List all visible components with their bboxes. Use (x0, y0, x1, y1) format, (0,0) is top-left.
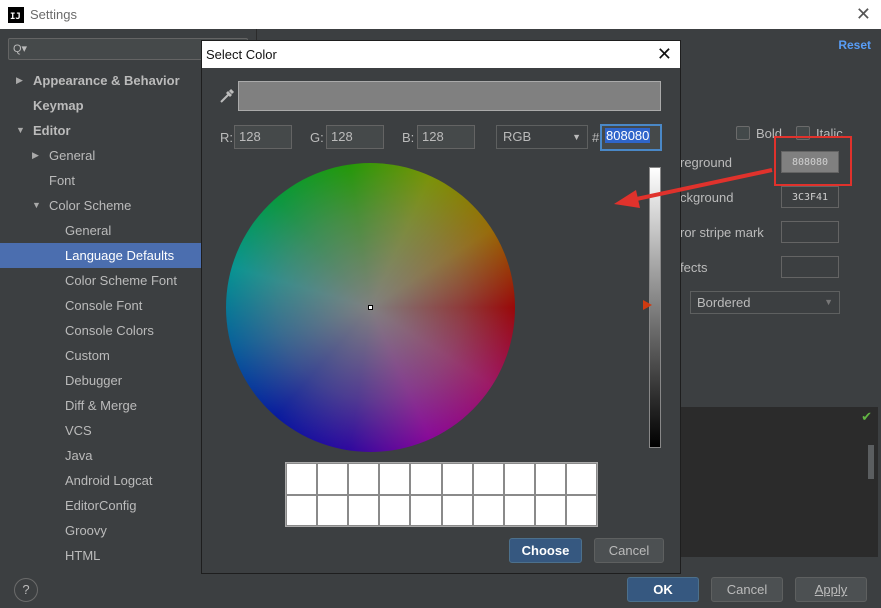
bold-checkbox[interactable] (736, 126, 750, 140)
sidebar-item-label: General (49, 148, 96, 163)
background-color-swatch[interactable]: 3C3F41 (781, 186, 839, 208)
hex-input[interactable]: 808080 (600, 124, 662, 151)
chevron-down-icon: ▼ (572, 132, 581, 142)
green-field[interactable]: 128 (326, 125, 384, 149)
recent-color-cell[interactable] (348, 463, 380, 495)
foreground-label: reground (680, 155, 733, 170)
sidebar-item-label: Debugger (65, 373, 123, 388)
sidebar-item-label: Appearance & Behavior (33, 73, 180, 88)
select-color-dialog: Select Color ✕ R: 128 G: 128 B: 128 RGB … (201, 40, 681, 574)
check-icon: ✔ (861, 409, 872, 424)
window-close-icon[interactable]: ✕ (856, 4, 871, 25)
code-preview-area: ✔ (678, 407, 878, 557)
sidebar-item-label: Color Scheme (49, 198, 132, 213)
sidebar-item-label: General (65, 223, 112, 238)
error-stripe-label: ror stripe mark (680, 225, 764, 240)
sidebar-item-label: Editor (33, 123, 71, 138)
hex-value: 808080 (605, 128, 651, 143)
background-label: ckground (680, 190, 734, 205)
cancel-button[interactable]: Cancel (711, 577, 783, 602)
r-label: R: (220, 130, 233, 145)
color-mode-value: RGB (503, 129, 532, 144)
recent-color-cell[interactable] (534, 494, 566, 526)
dialog-titlebar: Select Color ✕ (202, 41, 680, 68)
dialog-close-icon[interactable]: ✕ (657, 41, 672, 68)
effect-type-dropdown[interactable]: Bordered ▼ (690, 291, 840, 314)
color-mode-select[interactable]: RGB ▼ (496, 125, 588, 149)
effects-color-swatch[interactable] (781, 256, 839, 278)
recent-color-cell[interactable] (317, 463, 349, 495)
sidebar-item-label: Console Font (65, 298, 143, 313)
recent-color-cell[interactable] (379, 463, 411, 495)
recent-color-cell[interactable] (441, 494, 473, 526)
recent-color-cell[interactable] (534, 463, 566, 495)
chevron-down-icon: ▼ (824, 297, 833, 307)
intellij-app-icon: IJ (8, 6, 24, 23)
recent-color-cell[interactable] (410, 463, 442, 495)
expand-arrow-icon[interactable]: ▶ (16, 68, 23, 93)
recent-color-cell[interactable] (286, 463, 318, 495)
collapse-arrow-icon[interactable]: ▼ (16, 118, 25, 143)
recent-color-cell[interactable] (565, 463, 597, 495)
sidebar-item-label: Console Colors (65, 323, 154, 338)
sidebar-item-label: HTML (65, 548, 101, 563)
recent-color-cell[interactable] (565, 494, 597, 526)
window-title: Settings (30, 7, 77, 22)
sidebar-item-label: Java (65, 448, 93, 463)
recent-color-cell[interactable] (379, 494, 411, 526)
red-field[interactable]: 128 (234, 125, 292, 149)
dialog-cancel-button[interactable]: Cancel (594, 538, 664, 563)
collapse-arrow-icon[interactable]: ▼ (32, 193, 41, 218)
recent-color-cell[interactable] (410, 494, 442, 526)
effect-type-value: Bordered (697, 295, 751, 310)
recent-color-cell[interactable] (441, 463, 473, 495)
error-stripe-swatch[interactable] (781, 221, 839, 243)
help-button[interactable]: ? (14, 578, 38, 602)
recent-color-cell[interactable] (472, 494, 504, 526)
sidebar-item-label: Language Defaults (65, 248, 175, 263)
sidebar-item-label: VCS (65, 423, 92, 438)
sidebar-item-label: Android Logcat (65, 473, 153, 488)
reset-link[interactable]: Reset (838, 38, 871, 52)
sidebar-item-label: Font (49, 173, 76, 188)
recent-color-cell[interactable] (472, 463, 504, 495)
effects-label: fects (680, 260, 708, 275)
dialog-footer: ? OK Cancel Apply (0, 572, 881, 608)
choose-button[interactable]: Choose (509, 538, 582, 563)
color-preview-bar (238, 81, 661, 111)
recent-colors-grid (285, 462, 598, 527)
apply-button[interactable]: Apply (795, 577, 867, 602)
recent-color-cell[interactable] (286, 494, 318, 526)
ok-button[interactable]: OK (627, 577, 699, 602)
sidebar-item-label: Keymap (33, 98, 84, 113)
sidebar-item-label: Diff & Merge (65, 398, 138, 413)
hash-label: # (592, 130, 600, 145)
recent-color-cell[interactable] (503, 463, 535, 495)
recent-color-cell[interactable] (503, 494, 535, 526)
b-label: B: (402, 130, 415, 145)
brightness-slider-handle[interactable] (643, 300, 652, 310)
recent-color-cell[interactable] (348, 494, 380, 526)
sidebar-item-label: Color Scheme Font (65, 273, 177, 288)
sidebar-item-label: EditorConfig (65, 498, 137, 513)
annotation-highlight-box (774, 136, 852, 186)
window-titlebar: IJ Settings ✕ (0, 0, 881, 29)
sidebar-item-label: Groovy (65, 523, 107, 538)
color-wheel-cursor[interactable] (368, 305, 373, 310)
sidebar-item-label: Custom (65, 348, 110, 363)
dialog-title: Select Color (206, 47, 277, 62)
expand-arrow-icon[interactable]: ▶ (32, 143, 39, 168)
recent-color-cell[interactable] (317, 494, 349, 526)
blue-field[interactable]: 128 (417, 125, 475, 149)
eyedropper-icon[interactable] (218, 87, 236, 105)
g-label: G: (310, 130, 324, 145)
preview-scrollbar[interactable] (868, 445, 874, 479)
